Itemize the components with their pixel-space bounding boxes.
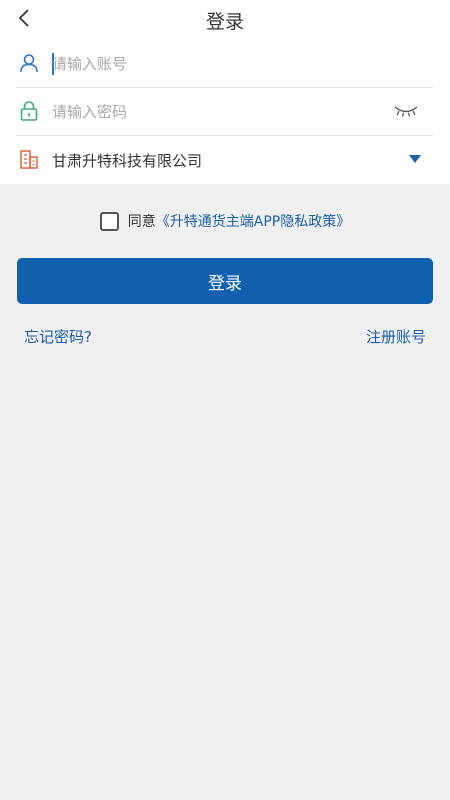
account-input[interactable] [52,49,382,79]
page-title: 登录 [205,11,244,33]
lock-icon [20,101,38,121]
login-button[interactable]: 登录 [17,258,433,304]
agreement-row: 同意 《升特通货主端APP隐私政策》 [0,210,450,232]
register-account-link[interactable]: 注册账号 [366,326,426,347]
header-bar: 登录 [0,0,450,40]
eye-closed-icon[interactable] [393,102,419,118]
agreement-label: 同意 [127,214,156,230]
dropdown-arrow-icon[interactable] [409,154,421,164]
agreement-checkbox[interactable] [99,211,119,231]
user-icon [20,54,38,73]
forgot-password-link[interactable]: 忘记密码? [24,326,92,347]
login-form-panel: 登录 请输入账号 甘肃升特科技有限公司 [0,0,450,184]
privacy-policy-link[interactable]: 《升特通货主端APP隐私政策》 [156,211,350,231]
company-selected-value: 甘肃升特科技有限公司 [52,152,203,170]
account-field[interactable] [16,40,433,88]
password-input[interactable] [52,97,382,127]
password-field[interactable] [16,88,433,136]
company-select[interactable]: 甘肃升特科技有限公司 [16,136,433,184]
building-icon [20,150,38,169]
